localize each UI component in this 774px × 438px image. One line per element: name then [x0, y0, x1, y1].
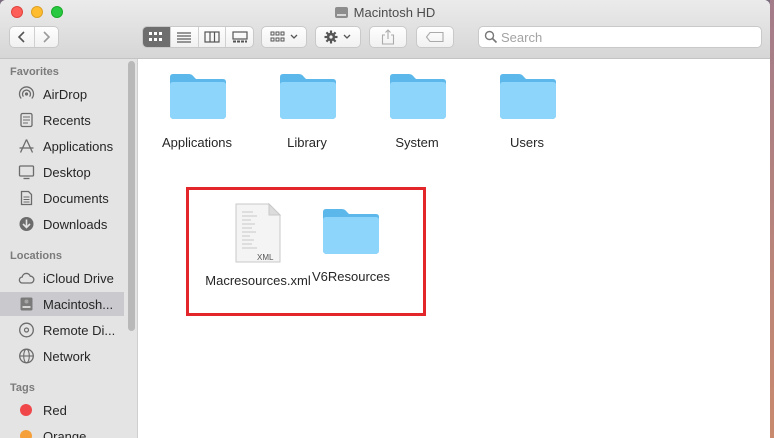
file-name-label: System — [395, 135, 439, 150]
favorites-heading: Favorites — [10, 66, 59, 78]
tags-heading: Tags — [10, 382, 35, 394]
action-menu-button[interactable] — [315, 26, 361, 48]
locations-heading: Locations — [10, 250, 62, 262]
disc-icon — [19, 322, 34, 338]
sidebar-item-label: Remote Di... — [43, 323, 116, 338]
chevron-down-icon — [290, 34, 298, 39]
hard-drive-icon — [334, 7, 348, 18]
airdrop-icon — [18, 86, 35, 99]
window-title: Macintosh HD — [0, 5, 770, 20]
group-grid-icon — [270, 31, 298, 42]
icon-view-button[interactable] — [143, 27, 170, 47]
cloud-icon — [18, 272, 35, 284]
sidebar-item-remote-disc[interactable]: Remote Di... — [0, 318, 124, 342]
finder-window: Macintosh HD Search Favorites AirDrop Re… — [0, 0, 770, 438]
file-name-label: Applications — [161, 135, 233, 150]
file-item-system[interactable]: System — [362, 71, 472, 151]
xml-badge: XML — [257, 253, 274, 262]
file-name-label: Users — [510, 135, 544, 150]
folder-icon — [280, 74, 336, 119]
sidebar-item-label: Documents — [43, 191, 109, 206]
file-item-applications[interactable]: Applications — [142, 71, 252, 151]
folder-icon — [500, 74, 556, 119]
list-icon — [177, 32, 192, 43]
file-browser: Applications Library System Users XML Ma… — [139, 59, 770, 438]
sidebar-scrollbar[interactable] — [128, 61, 135, 331]
sidebar-item-label: Downloads — [43, 217, 108, 232]
network-icon — [19, 348, 34, 364]
tag-icon — [425, 31, 444, 43]
red-tag-dot-icon — [20, 404, 32, 416]
downloads-icon — [19, 217, 34, 231]
sidebar-item-recents[interactable]: Recents — [0, 108, 124, 132]
xml-file-icon: XML — [235, 202, 282, 263]
sidebar-item-label: Desktop — [43, 165, 91, 180]
recents-icon — [20, 112, 33, 128]
orange-tag-dot-icon — [20, 430, 32, 438]
chevron-left-icon — [17, 31, 25, 43]
view-mode-selector — [142, 26, 254, 48]
documents-icon — [20, 190, 33, 206]
sidebar: Favorites AirDrop Recents Applications D… — [0, 59, 138, 438]
folder-icon — [323, 209, 379, 254]
sidebar-item-label: Recents — [43, 113, 91, 128]
chevron-right-icon — [43, 31, 51, 43]
forward-button[interactable] — [33, 27, 59, 47]
group-by-button[interactable] — [261, 26, 307, 48]
desktop-background — [770, 0, 774, 438]
sidebar-item-tag-orange[interactable]: Orange — [0, 424, 124, 438]
sidebar-item-label: Network — [43, 349, 91, 364]
grid-icon — [149, 32, 163, 41]
sidebar-item-label: Macintosh... — [43, 297, 114, 312]
folder-icon — [170, 74, 226, 119]
title-bar: Macintosh HD — [0, 0, 770, 59]
window-title-text: Macintosh HD — [353, 5, 436, 20]
sidebar-item-macintosh-hd[interactable]: Macintosh... — [0, 292, 124, 316]
share-button[interactable] — [369, 26, 407, 48]
sidebar-item-icloud-drive[interactable]: iCloud Drive — [0, 266, 124, 290]
gear-icon — [324, 30, 351, 44]
file-name-label: V6Resources — [311, 269, 391, 284]
search-icon — [484, 30, 498, 44]
list-view-button[interactable] — [169, 27, 198, 47]
back-button[interactable] — [10, 27, 34, 47]
gallery-view-button[interactable] — [225, 27, 253, 47]
sidebar-item-documents[interactable]: Documents — [0, 186, 124, 210]
file-item-v6resources[interactable]: V6Resources — [296, 202, 406, 284]
search-input[interactable] — [501, 29, 751, 45]
file-item-library[interactable]: Library — [252, 71, 362, 151]
column-view-button[interactable] — [197, 27, 226, 47]
hard-drive-icon — [20, 297, 33, 311]
search-field[interactable] — [478, 26, 762, 48]
file-item-users[interactable]: Users — [472, 71, 582, 151]
columns-icon — [204, 31, 220, 43]
file-name-label: Library — [287, 135, 327, 150]
navigation-buttons — [9, 26, 59, 48]
share-icon — [381, 29, 395, 45]
sidebar-item-airdrop[interactable]: AirDrop — [0, 82, 124, 106]
sidebar-item-label: AirDrop — [43, 87, 88, 102]
gallery-icon — [232, 31, 248, 43]
sidebar-item-label: Orange — [43, 429, 87, 438]
sidebar-item-label: Red — [43, 403, 67, 418]
sidebar-item-label: iCloud Drive — [43, 271, 114, 286]
folder-icon — [390, 74, 446, 119]
sidebar-item-desktop[interactable]: Desktop — [0, 160, 124, 184]
applications-icon — [19, 139, 34, 153]
sidebar-item-tag-red[interactable]: Red — [0, 398, 124, 422]
sidebar-item-applications[interactable]: Applications — [0, 134, 124, 158]
tags-button[interactable] — [416, 26, 454, 48]
desktop-icon — [18, 165, 35, 180]
sidebar-item-network[interactable]: Network — [0, 344, 124, 368]
sidebar-item-label: Applications — [43, 139, 114, 154]
sidebar-item-downloads[interactable]: Downloads — [0, 212, 124, 236]
